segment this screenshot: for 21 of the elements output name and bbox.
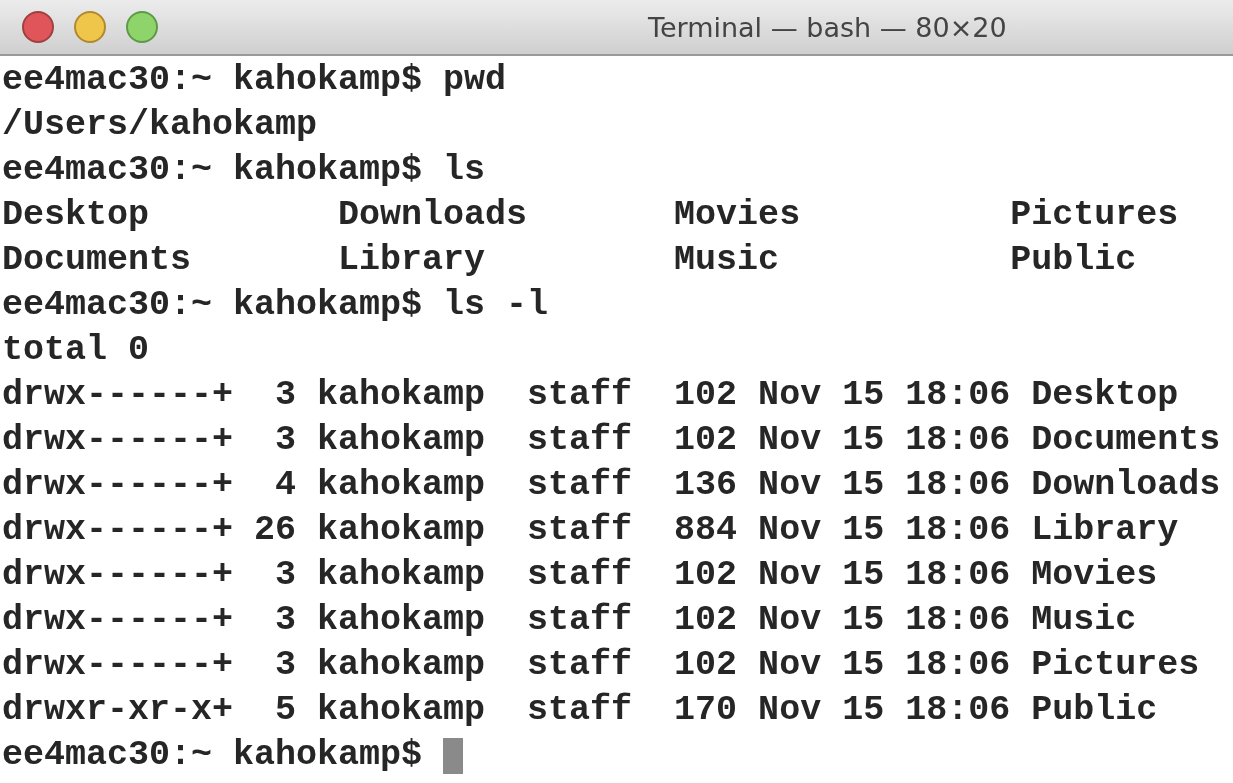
window-title: Terminal — bash — 80×20: [648, 11, 1007, 43]
shell-prompt: ee4mac30:~ kahokamp$: [2, 734, 423, 777]
close-button[interactable]: [22, 11, 54, 43]
terminal-line: drwx------+ 26 kahokamp staff 884 Nov 15 18:06 Library: [2, 509, 1179, 552]
terminal-line: /Users/kahokamp: [2, 104, 318, 147]
terminal-line: drwx------+ 3 kahokamp staff 102 Nov 15 18:06 Desktop: [2, 374, 1179, 417]
terminal-line: total 0: [2, 329, 150, 372]
zoom-button[interactable]: [126, 11, 158, 43]
text-cursor: [443, 737, 464, 774]
terminal-line: Documents Library Music Public: [2, 239, 1137, 282]
terminal-line: drwx------+ 3 kahokamp staff 102 Nov 15 18:06 Music: [2, 599, 1137, 642]
terminal-line: ee4mac30:~ kahokamp$ ls: [2, 149, 486, 192]
terminal-line: ee4mac30:~ kahokamp$ pwd: [2, 59, 507, 102]
minimize-button[interactable]: [74, 11, 106, 43]
terminal-line: drwxr-xr-x+ 5 kahokamp staff 170 Nov 15 18:06 Public: [2, 689, 1158, 732]
terminal-line: drwx------+ 3 kahokamp staff 102 Nov 15 18:06 Pictures: [2, 644, 1200, 687]
terminal-line: drwx------+ 3 kahokamp staff 102 Nov 15 18:06 Documents: [2, 419, 1221, 462]
terminal-line: ee4mac30:~ kahokamp$ ls -l: [2, 284, 549, 327]
terminal-line: drwx------+ 3 kahokamp staff 102 Nov 15 18:06 Movies: [2, 554, 1158, 597]
terminal-line: drwx------+ 4 kahokamp staff 136 Nov 15 18:06 Downloads: [2, 464, 1221, 507]
terminal-line: Desktop Downloads Movies Pictures: [2, 194, 1179, 237]
